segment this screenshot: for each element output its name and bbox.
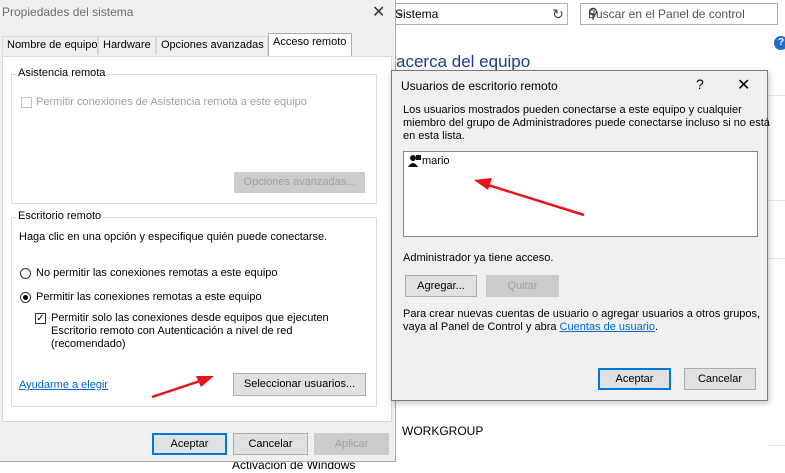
arrow-to-select-users xyxy=(151,376,214,399)
arrow-to-user-mario xyxy=(474,178,585,217)
annotation-arrows xyxy=(151,178,585,399)
